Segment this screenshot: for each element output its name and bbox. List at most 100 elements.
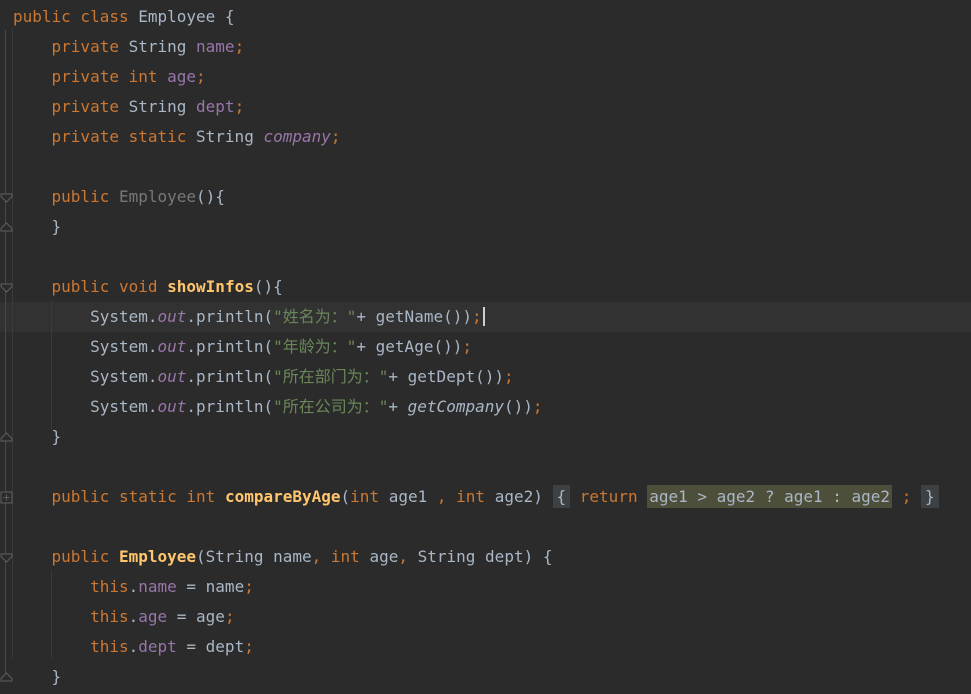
code-token: .println( xyxy=(186,307,274,326)
code-line[interactable]: private int age; xyxy=(0,62,971,92)
code-token: age xyxy=(359,547,399,566)
indent-guide-line xyxy=(51,300,52,430)
code-line[interactable] xyxy=(0,152,971,182)
code-token: ()) xyxy=(503,397,533,416)
code-token: this xyxy=(90,637,129,656)
code-token: . xyxy=(128,637,139,656)
code-token: = dept xyxy=(176,637,245,656)
code-token: "所在公司为：" xyxy=(273,397,389,416)
code-token: Employee xyxy=(118,547,197,566)
code-token: return xyxy=(579,487,638,506)
code-token: public xyxy=(51,547,110,566)
code-editor[interactable]: public class Employee { private String n… xyxy=(0,0,971,694)
code-token: . xyxy=(128,577,139,596)
code-token: .println( xyxy=(186,367,274,386)
code-token: showInfos xyxy=(167,277,254,296)
fold-open-chevron-icon[interactable] xyxy=(0,281,13,294)
code-token: private xyxy=(51,97,119,116)
code-token: public static int xyxy=(51,487,216,506)
code-token: out xyxy=(157,337,187,356)
fold-close-chevron-icon[interactable] xyxy=(0,671,13,684)
code-token: name xyxy=(138,577,177,596)
code-line[interactable] xyxy=(0,512,971,542)
code-token: ; xyxy=(196,67,206,86)
code-line[interactable]: public Employee(){ xyxy=(0,182,971,212)
code-token: age xyxy=(167,67,197,86)
code-token: name xyxy=(196,37,235,56)
code-line[interactable]: this.name = name; xyxy=(0,572,971,602)
code-token: ; xyxy=(503,367,514,386)
code-token: public class xyxy=(13,7,129,26)
code-token: System. xyxy=(13,397,158,416)
code-token: out xyxy=(157,397,187,416)
indent-guide-line xyxy=(12,28,13,658)
code-line[interactable]: System.out.println("所在部门为："+ getDept()); xyxy=(0,362,971,392)
indent-guide-line xyxy=(51,570,52,658)
code-token: ; xyxy=(234,37,245,56)
code-token: .println( xyxy=(186,397,274,416)
code-token: private int xyxy=(51,67,158,86)
code-token: . xyxy=(128,607,139,626)
code-token: } xyxy=(920,485,939,508)
code-line-active[interactable]: System.out.println("姓名为："+ getName()); xyxy=(0,302,971,332)
code-token: + getName()) xyxy=(356,307,472,326)
code-token: ; xyxy=(471,307,482,326)
code-token: (){ xyxy=(253,277,283,296)
code-token: = age xyxy=(167,607,225,626)
code-line[interactable]: public class Employee { xyxy=(0,2,971,32)
code-token: + xyxy=(388,397,408,416)
text-caret xyxy=(482,307,485,326)
code-token: } xyxy=(13,667,62,686)
code-token: public xyxy=(51,187,110,206)
code-token: ; xyxy=(330,127,341,146)
fold-open-chevron-icon[interactable] xyxy=(0,191,13,204)
fold-close-chevron-icon[interactable] xyxy=(0,431,13,444)
code-line[interactable]: private String dept; xyxy=(0,92,971,122)
code-line[interactable]: public Employee(String name, int age, St… xyxy=(0,542,971,572)
code-line[interactable]: public void showInfos(){ xyxy=(0,272,971,302)
code-line[interactable] xyxy=(0,242,971,272)
code-token: age1 > age2 ? age1 : age2 xyxy=(647,485,893,508)
code-line[interactable]: } xyxy=(0,422,971,452)
code-token: String dept) { xyxy=(407,547,553,566)
fold-scope-line xyxy=(5,30,6,676)
code-line[interactable]: public static int compareByAge(int age1 … xyxy=(0,482,971,512)
code-line[interactable]: } xyxy=(0,212,971,242)
fold-open-chevron-icon[interactable] xyxy=(0,551,13,564)
code-area[interactable]: public class Employee { private String n… xyxy=(0,0,971,692)
code-line[interactable]: this.age = age; xyxy=(0,602,971,632)
code-token: Employee xyxy=(118,187,197,206)
code-line[interactable]: System.out.println("所在公司为："+ getCompany(… xyxy=(0,392,971,422)
code-token: "年龄为：" xyxy=(273,337,357,356)
fold-close-chevron-icon[interactable] xyxy=(0,221,13,234)
code-token: } xyxy=(13,217,62,236)
code-token: + getDept()) xyxy=(388,367,504,386)
code-line[interactable]: System.out.println("年龄为："+ getAge()); xyxy=(0,332,971,362)
code-token: age xyxy=(138,607,168,626)
code-line[interactable]: private String name; xyxy=(0,32,971,62)
code-token: private xyxy=(51,37,119,56)
fold-collapsed-plus-icon[interactable] xyxy=(0,491,13,504)
code-line[interactable]: } xyxy=(0,662,971,692)
code-line[interactable]: private static String company; xyxy=(0,122,971,152)
code-token: Employee { xyxy=(128,7,235,26)
code-token: private static xyxy=(51,127,187,146)
code-token: dept xyxy=(138,637,177,656)
code-token: "姓名为：" xyxy=(273,307,357,326)
code-token: ; xyxy=(901,487,912,506)
code-line[interactable] xyxy=(0,452,971,482)
code-token: ; xyxy=(244,577,254,596)
code-line[interactable]: this.dept = dept; xyxy=(0,632,971,662)
code-token: System. xyxy=(13,367,158,386)
code-token: ; xyxy=(244,637,254,656)
